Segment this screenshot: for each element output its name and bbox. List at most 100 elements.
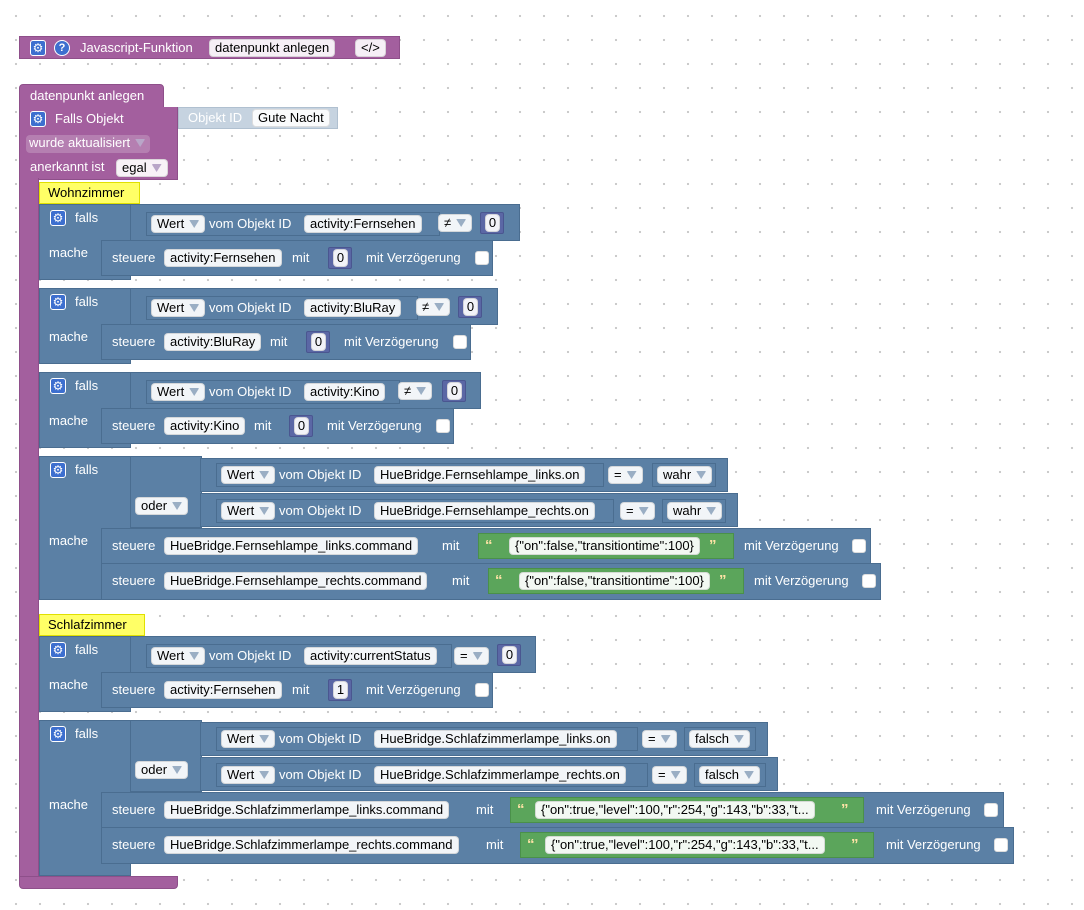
object-id[interactable]: activity:Fernsehen <box>164 249 282 267</box>
gear-icon[interactable]: ⚙ <box>50 726 66 742</box>
gear-icon[interactable]: ⚙ <box>50 294 66 310</box>
operator-dropdown[interactable]: = <box>608 466 643 484</box>
boolean-block[interactable]: wahr <box>652 463 716 487</box>
delay-checkbox[interactable] <box>436 419 450 433</box>
wert-dropdown[interactable]: Wert <box>221 502 276 520</box>
boolean-dropdown[interactable]: wahr <box>667 502 723 520</box>
delay-checkbox[interactable] <box>475 251 489 265</box>
text-value[interactable]: {"on":true,"level":100,"r":254,"g":143,"… <box>545 836 825 854</box>
number-block[interactable]: 0 <box>328 247 352 269</box>
boolean-dropdown[interactable]: wahr <box>657 466 713 484</box>
number-block[interactable]: 0 <box>442 380 466 402</box>
object-id[interactable]: HueBridge.Fernsehlampe_links.on <box>374 466 586 484</box>
wert-block[interactable]: Wert vom Objekt ID activity:BluRay <box>146 296 418 320</box>
oder-dropdown[interactable]: oder <box>135 497 189 515</box>
text-block[interactable]: “ {"on":false,"transitiontime":100} ” <box>488 568 744 594</box>
number-value[interactable]: 0 <box>463 298 478 316</box>
text-block[interactable]: “ {"on":false,"transitiontime":100} ” <box>478 533 734 559</box>
trigger-block[interactable]: datenpunkt anlegen <box>19 84 164 108</box>
text-block[interactable]: “ {"on":true,"level":100,"r":254,"g":143… <box>510 797 864 823</box>
help-icon[interactable]: ? <box>54 40 70 56</box>
anerkannt-dropdown[interactable]: egal <box>116 159 168 177</box>
object-id[interactable]: HueBridge.Fernsehlampe_rechts.command <box>164 572 428 590</box>
operator-dropdown[interactable]: ≠ <box>416 298 451 316</box>
text-value[interactable]: {"on":true,"level":100,"r":254,"g":143,"… <box>535 801 815 819</box>
objekt-id-value[interactable]: Gute Nacht <box>252 109 330 127</box>
number-value[interactable]: 1 <box>333 681 348 699</box>
gear-icon[interactable]: ⚙ <box>30 111 46 127</box>
operator-dropdown[interactable]: = <box>642 730 677 748</box>
boolean-dropdown[interactable]: falsch <box>689 730 750 748</box>
object-id[interactable]: activity:Kino <box>304 383 386 401</box>
delay-checkbox[interactable] <box>453 335 467 349</box>
javascript-function-block[interactable]: ⚙ ? Javascript-Funktion datenpunkt anleg… <box>19 36 400 59</box>
object-id[interactable]: activity:BluRay <box>304 299 402 317</box>
wert-block[interactable]: Wert vom Objekt ID HueBridge.Schlafzimme… <box>216 763 648 787</box>
oder-block[interactable] <box>130 720 202 792</box>
number-block[interactable]: 0 <box>458 296 482 318</box>
operator-dropdown[interactable]: ≠ <box>398 382 433 400</box>
delay-checkbox[interactable] <box>862 574 876 588</box>
wert-block[interactable]: Wert vom Objekt ID HueBridge.Schlafzimme… <box>216 727 638 751</box>
wert-dropdown[interactable]: Wert <box>221 466 276 484</box>
number-block[interactable]: 0 <box>497 644 521 666</box>
number-block[interactable]: 0 <box>480 212 504 234</box>
object-id[interactable]: HueBridge.Schlafzimmerlampe_links.on <box>374 730 617 748</box>
boolean-block[interactable]: falsch <box>694 763 766 787</box>
gear-icon[interactable]: ⚙ <box>50 378 66 394</box>
number-value[interactable]: 0 <box>333 249 348 267</box>
object-id[interactable]: activity:Kino <box>164 417 246 435</box>
oder-dropdown[interactable]: oder <box>135 761 189 779</box>
comment-wohnzimmer[interactable]: Wohnzimmer <box>39 182 140 204</box>
number-block[interactable]: 0 <box>306 331 330 353</box>
number-block[interactable]: 1 <box>328 679 352 701</box>
object-id[interactable]: HueBridge.Fernsehlampe_links.command <box>164 537 419 555</box>
object-id[interactable]: HueBridge.Fernsehlampe_rechts.on <box>374 502 595 520</box>
comment-schlafzimmer[interactable]: Schlafzimmer <box>39 614 145 636</box>
gear-icon[interactable]: ⚙ <box>50 210 66 226</box>
function-name-field[interactable]: datenpunkt anlegen <box>209 39 336 57</box>
wert-dropdown[interactable]: Wert <box>151 215 206 233</box>
text-value[interactable]: {"on":false,"transitiontime":100} <box>519 572 710 590</box>
object-id[interactable]: HueBridge.Schlafzimmerlampe_rechts.on <box>374 766 626 784</box>
boolean-dropdown[interactable]: falsch <box>699 766 760 784</box>
object-id[interactable]: HueBridge.Schlafzimmerlampe_links.comman… <box>164 801 450 819</box>
object-id[interactable]: activity:Fernsehen <box>164 681 282 699</box>
number-value[interactable]: 0 <box>502 646 517 664</box>
operator-dropdown[interactable]: = <box>652 766 687 784</box>
wert-block[interactable]: Wert vom Objekt ID HueBridge.Fernsehlamp… <box>216 499 614 523</box>
objekt-id-block[interactable]: Objekt ID Gute Nacht <box>178 107 338 129</box>
boolean-block[interactable]: falsch <box>684 727 756 751</box>
text-value[interactable]: {"on":false,"transitiontime":100} <box>509 537 700 555</box>
number-value[interactable]: 0 <box>447 382 462 400</box>
object-id[interactable]: HueBridge.Schlafzimmerlampe_rechts.comma… <box>164 836 459 854</box>
wert-block[interactable]: Wert vom Objekt ID activity:Kino <box>146 380 400 404</box>
text-block[interactable]: “ {"on":true,"level":100,"r":254,"g":143… <box>520 832 874 858</box>
wert-block[interactable]: Wert vom Objekt ID HueBridge.Fernsehlamp… <box>216 463 604 487</box>
operator-dropdown[interactable]: ≠ <box>438 214 473 232</box>
delay-checkbox[interactable] <box>994 838 1008 852</box>
wert-dropdown[interactable]: Wert <box>221 730 276 748</box>
gear-icon[interactable]: ⚙ <box>50 462 66 478</box>
wert-block[interactable]: Wert vom Objekt ID activity:currentStatu… <box>146 644 452 668</box>
object-id[interactable]: activity:Fernsehen <box>304 215 422 233</box>
operator-dropdown[interactable]: = <box>454 647 489 665</box>
wert-dropdown[interactable]: Wert <box>221 766 276 784</box>
number-block[interactable]: 0 <box>289 415 313 437</box>
number-value[interactable]: 0 <box>485 214 500 232</box>
delay-checkbox[interactable] <box>475 683 489 697</box>
gear-icon[interactable]: ⚙ <box>50 642 66 658</box>
object-id[interactable]: activity:currentStatus <box>304 647 437 665</box>
delay-checkbox[interactable] <box>984 803 998 817</box>
wert-dropdown[interactable]: Wert <box>151 383 206 401</box>
boolean-block[interactable]: wahr <box>662 499 726 523</box>
code-icon[interactable]: </> <box>355 39 386 57</box>
number-value[interactable]: 0 <box>311 333 326 351</box>
wurde-dropdown[interactable]: wurde aktualisiert <box>26 135 151 153</box>
wert-dropdown[interactable]: Wert <box>151 647 206 665</box>
operator-dropdown[interactable]: = <box>620 502 655 520</box>
object-id[interactable]: activity:BluRay <box>164 333 262 351</box>
wert-dropdown[interactable]: Wert <box>151 299 206 317</box>
oder-block[interactable] <box>130 456 202 528</box>
gear-icon[interactable]: ⚙ <box>30 40 46 56</box>
